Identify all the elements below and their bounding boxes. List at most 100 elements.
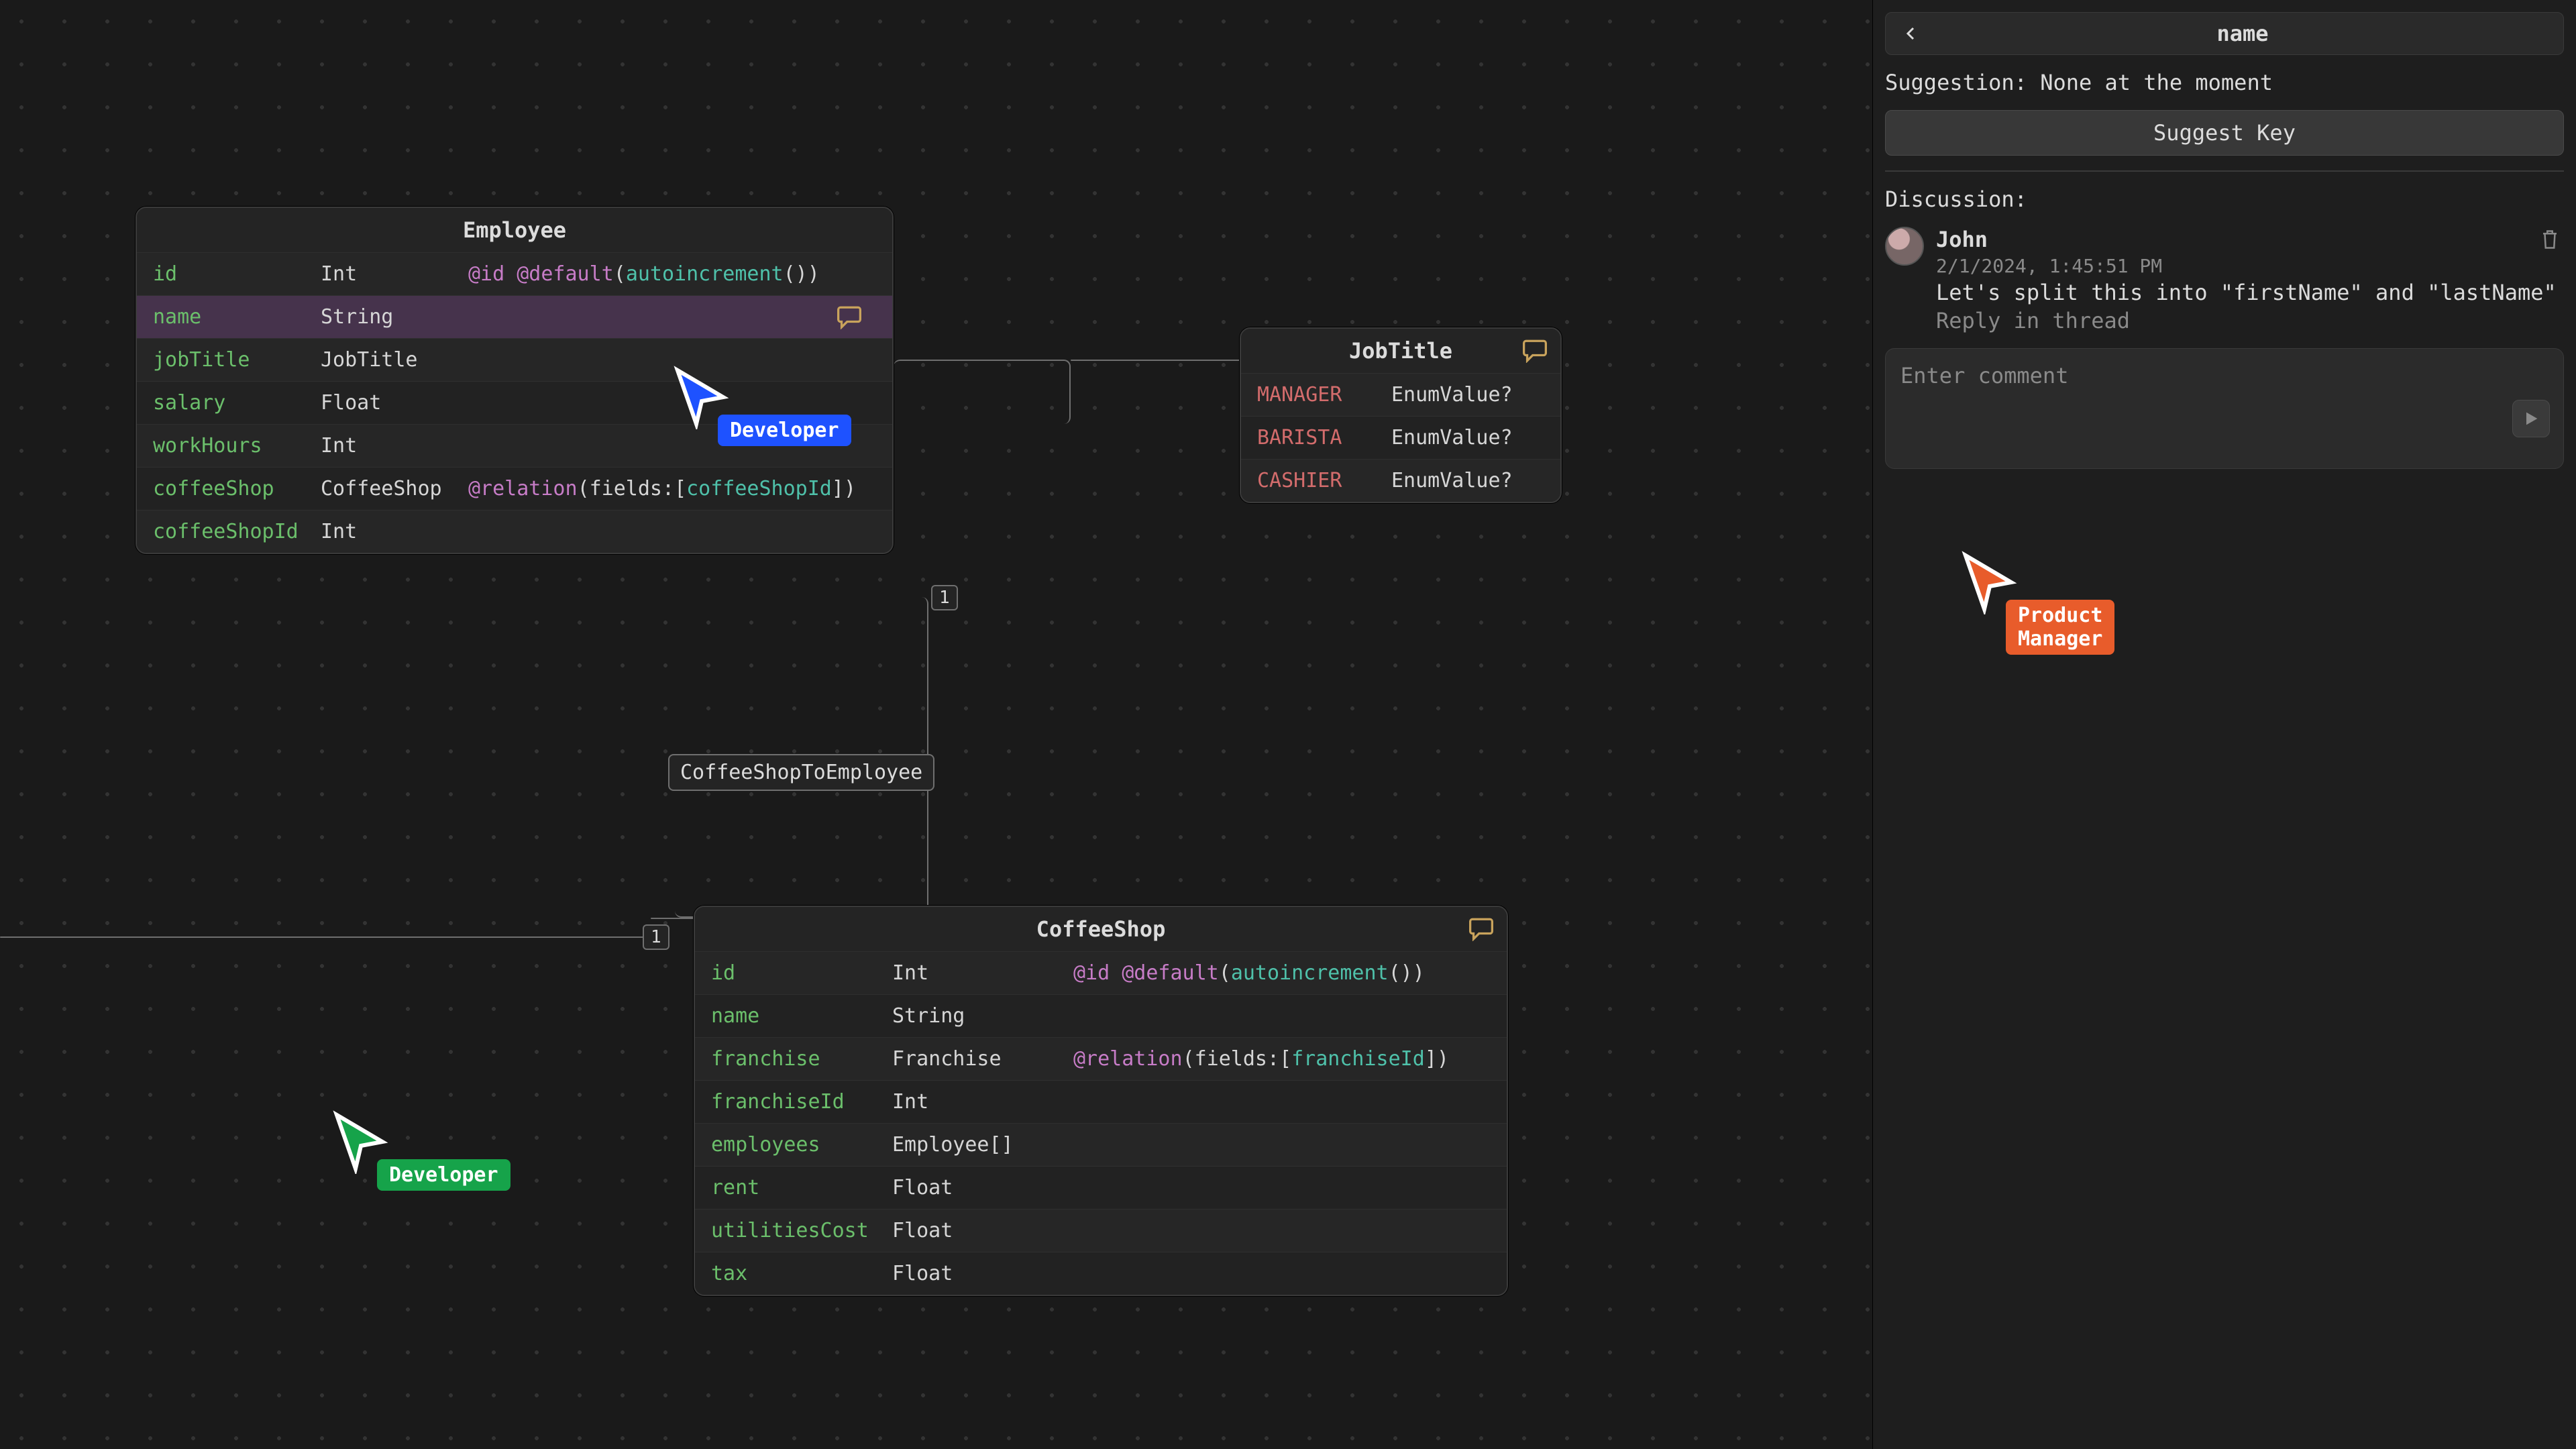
sidebar-title-row: name bbox=[1885, 12, 2564, 55]
delete-comment-button[interactable] bbox=[2540, 228, 2560, 251]
field-type: String bbox=[321, 305, 468, 329]
field-type: Franchise bbox=[892, 1047, 1073, 1071]
back-button[interactable] bbox=[1898, 25, 1925, 42]
wire-coffee-in bbox=[651, 918, 694, 919]
table-row[interactable]: tax Float bbox=[695, 1252, 1507, 1295]
field-name: salary bbox=[153, 391, 321, 415]
field-name: tax bbox=[711, 1262, 892, 1285]
reply-in-thread-link[interactable]: Reply in thread bbox=[1936, 308, 2564, 333]
field-name: coffeeShop bbox=[153, 477, 321, 500]
divider bbox=[1885, 170, 2564, 172]
table-jobtitle-header[interactable]: JobTitle bbox=[1241, 329, 1560, 373]
table-coffeeshop-header[interactable]: CoffeeShop bbox=[695, 907, 1507, 951]
field-name: employees bbox=[711, 1133, 892, 1157]
table-row[interactable]: BARISTA EnumValue? bbox=[1241, 416, 1560, 459]
enum-name: CASHIER bbox=[1257, 469, 1391, 492]
table-row[interactable]: workHours Int bbox=[137, 424, 892, 467]
comment-icon[interactable] bbox=[1468, 917, 1495, 941]
table-row[interactable]: jobTitle JobTitle bbox=[137, 338, 892, 381]
enum-name: BARISTA bbox=[1257, 426, 1391, 449]
enum-type: EnumValue? bbox=[1391, 469, 1544, 492]
enum-type: EnumValue? bbox=[1391, 426, 1544, 449]
cardinality-badge-top: 1 bbox=[931, 585, 958, 610]
comment: John 2/1/2024, 1:45:51 PM Let's split th… bbox=[1885, 227, 2564, 333]
field-type: Float bbox=[892, 1176, 1073, 1199]
comment-input[interactable] bbox=[1899, 362, 2550, 389]
field-name: id bbox=[711, 961, 892, 985]
field-type: Int bbox=[892, 961, 1073, 985]
field-name: franchiseId bbox=[711, 1090, 892, 1114]
field-type: Int bbox=[321, 434, 468, 458]
field-name: name bbox=[711, 1004, 892, 1028]
wire-employee-jobtitle-b bbox=[1071, 360, 1241, 361]
comment-icon[interactable] bbox=[1521, 339, 1548, 363]
table-coffeeshop-title: CoffeeShop bbox=[1036, 916, 1166, 942]
table-row[interactable]: salary Float bbox=[137, 381, 892, 424]
table-row[interactable]: MANAGER EnumValue? bbox=[1241, 373, 1560, 416]
suggest-key-button[interactable]: Suggest Key bbox=[1885, 110, 2564, 156]
table-jobtitle[interactable]: JobTitle MANAGER EnumValue? BARISTA Enum… bbox=[1240, 327, 1562, 503]
field-annot: @relation ( fields : [ coffeeShopId ] ) bbox=[468, 477, 856, 500]
sidebar-title: name bbox=[1934, 21, 2551, 46]
wire-employee-jobtitle-a bbox=[894, 360, 1071, 424]
table-employee-title: Employee bbox=[463, 217, 566, 243]
field-type: Int bbox=[892, 1090, 1073, 1114]
table-row-selected[interactable]: name String bbox=[137, 295, 892, 338]
enum-name: MANAGER bbox=[1257, 383, 1391, 407]
field-annot: @id @default ( autoincrement () ) bbox=[468, 262, 836, 286]
comment-text: Let's split this into "firstName" and "l… bbox=[1936, 280, 2564, 305]
table-row[interactable]: CASHIER EnumValue? bbox=[1241, 459, 1560, 502]
comment-input-container bbox=[1885, 348, 2564, 469]
field-type: Float bbox=[892, 1262, 1073, 1285]
field-name: coffeeShopId bbox=[153, 520, 321, 543]
field-type: Employee[] bbox=[892, 1133, 1073, 1157]
field-type: Float bbox=[321, 391, 468, 415]
cardinality-badge-bottom: 1 bbox=[643, 924, 669, 950]
table-row[interactable]: id Int @id @default ( autoincrement () ) bbox=[695, 951, 1507, 994]
table-row[interactable]: rent Float bbox=[695, 1166, 1507, 1209]
send-icon bbox=[2522, 409, 2540, 428]
field-name: rent bbox=[711, 1176, 892, 1199]
table-coffeeshop[interactable]: CoffeeShop id Int @id @default ( autoinc… bbox=[694, 906, 1508, 1296]
table-row[interactable]: franchiseId Int bbox=[695, 1080, 1507, 1123]
relation-label: CoffeeShopToEmployee bbox=[668, 754, 934, 791]
enum-type: EnumValue? bbox=[1391, 383, 1544, 407]
field-type: JobTitle bbox=[321, 348, 468, 372]
presence-cursor-green: Developer bbox=[329, 1110, 393, 1174]
field-name: id bbox=[153, 262, 321, 286]
table-row[interactable]: name String bbox=[695, 994, 1507, 1037]
discussion-heading: Discussion: bbox=[1885, 186, 2564, 212]
table-employee[interactable]: Employee id Int @id @default ( autoincre… bbox=[136, 207, 894, 554]
trash-icon bbox=[2540, 228, 2560, 251]
table-row[interactable]: employees Employee[] bbox=[695, 1123, 1507, 1166]
comment-author: John bbox=[1936, 227, 2564, 252]
wire-left-off bbox=[0, 936, 651, 938]
comment-timestamp: 2/1/2024, 1:45:51 PM bbox=[1936, 255, 2564, 277]
cursor-icon bbox=[329, 1110, 393, 1174]
field-annot: @id @default ( autoincrement () ) bbox=[1073, 961, 1491, 985]
table-row[interactable]: franchise Franchise @relation ( fields :… bbox=[695, 1037, 1507, 1080]
send-comment-button[interactable] bbox=[2512, 400, 2550, 437]
field-type: Int bbox=[321, 520, 468, 543]
table-row[interactable]: coffeeShopId Int bbox=[137, 510, 892, 553]
presence-label: Developer bbox=[377, 1159, 511, 1191]
field-name: name bbox=[153, 305, 321, 329]
table-jobtitle-title: JobTitle bbox=[1349, 338, 1452, 364]
field-type: String bbox=[892, 1004, 1073, 1028]
field-name: franchise bbox=[711, 1047, 892, 1071]
field-type: Int bbox=[321, 262, 468, 286]
field-name: jobTitle bbox=[153, 348, 321, 372]
details-sidebar: name Suggestion: None at the moment Sugg… bbox=[1873, 0, 2576, 1449]
table-row[interactable]: id Int @id @default ( autoincrement () ) bbox=[137, 252, 892, 295]
table-row[interactable]: coffeeShop CoffeeShop @relation ( fields… bbox=[137, 467, 892, 510]
avatar[interactable] bbox=[1885, 227, 1924, 266]
table-employee-header[interactable]: Employee bbox=[137, 208, 892, 252]
field-type: CoffeeShop bbox=[321, 477, 468, 500]
schema-canvas[interactable]: 1 1 CoffeeShopToEmployee Employee id Int… bbox=[0, 0, 1873, 1449]
table-row[interactable]: utilitiesCost Float bbox=[695, 1209, 1507, 1252]
field-annot: @relation ( fields : [ franchiseId ] ) bbox=[1073, 1047, 1491, 1071]
comment-icon[interactable] bbox=[836, 305, 876, 329]
field-name: workHours bbox=[153, 434, 321, 458]
field-name: utilitiesCost bbox=[711, 1219, 892, 1242]
suggestion-line: Suggestion: None at the moment bbox=[1885, 70, 2564, 95]
